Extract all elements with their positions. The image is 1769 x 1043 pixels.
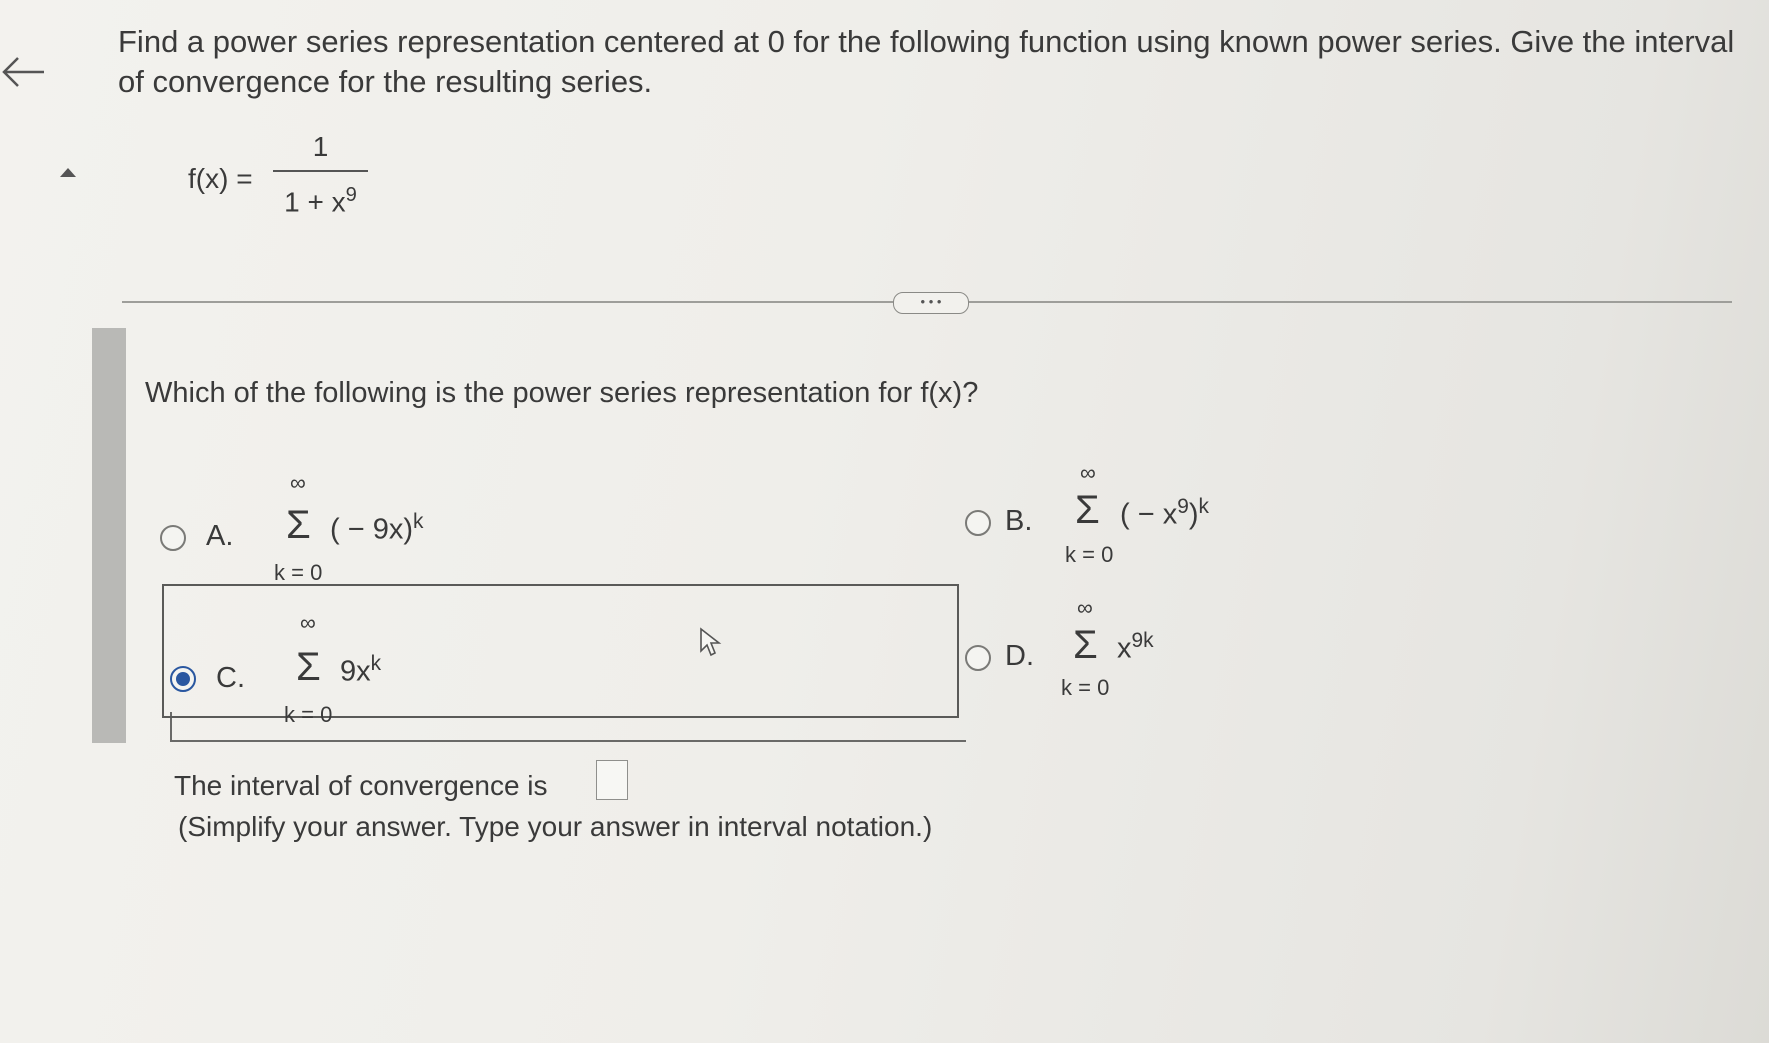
interval-text: The interval of convergence is [174, 770, 548, 801]
lower-limit: k = 0 [274, 560, 323, 585]
sub-question-prompt: Which of the following is the power seri… [145, 377, 979, 409]
infinity-symbol: ∞ [300, 610, 316, 635]
option-a[interactable]: A. ∞ Σ k = 0 ( − 9x)k [160, 470, 490, 590]
option-c-label: C. [216, 662, 245, 694]
option-a-radio[interactable] [160, 525, 186, 551]
question-line-2: of convergence for the resulting series. [118, 64, 653, 99]
option-d-term: x9k [1117, 629, 1154, 665]
option-b-term: ( − x9)k [1120, 495, 1209, 531]
infinity-symbol: ∞ [290, 470, 306, 495]
triangle-up-icon[interactable] [60, 168, 76, 177]
interval-answer-input[interactable] [596, 760, 628, 800]
option-a-label: A. [206, 520, 234, 552]
infinity-symbol: ∞ [1077, 595, 1093, 620]
option-d-radio[interactable] [965, 645, 991, 671]
back-arrow-icon[interactable] [0, 52, 48, 92]
option-b[interactable]: B. ∞ Σ k = 0 ( − x9)k [965, 460, 1265, 580]
sigma-symbol: Σ [1075, 488, 1100, 532]
fraction-bar [273, 170, 368, 172]
function-fraction: 1 1 + x9 [273, 130, 368, 219]
interval-hint: (Simplify your answer. Type your answer … [178, 811, 933, 842]
sigma-symbol: Σ [1073, 623, 1098, 667]
mouse-pointer-icon [700, 627, 722, 657]
left-scroll-indicator [92, 328, 126, 743]
option-c-term: 9xk [340, 652, 382, 688]
option-c-radio[interactable] [170, 666, 196, 692]
lower-limit: k = 0 [284, 702, 333, 727]
sigma-symbol: Σ [296, 645, 321, 689]
question-text: Find a power series representation cente… [118, 22, 1738, 102]
option-d-label: D. [1005, 640, 1034, 672]
option-d[interactable]: D. ∞ Σ k = 0 x9k [965, 595, 1225, 705]
option-b-label: B. [1005, 505, 1033, 537]
function-numerator: 1 [312, 131, 329, 162]
function-denominator: 1 + x9 [284, 183, 357, 217]
question-line-1: Find a power series representation cente… [118, 24, 1735, 59]
more-button[interactable]: • • • [893, 292, 969, 314]
option-b-radio[interactable] [965, 510, 991, 536]
option-c[interactable]: C. ∞ Σ k = 0 9xk [170, 610, 470, 730]
infinity-symbol: ∞ [1080, 460, 1096, 485]
lower-limit: k = 0 [1065, 542, 1114, 567]
sigma-symbol: Σ [286, 503, 311, 547]
option-a-term: ( − 9x)k [330, 510, 424, 546]
lower-limit: k = 0 [1061, 675, 1110, 700]
function-lhs: f(x) = [188, 163, 253, 194]
